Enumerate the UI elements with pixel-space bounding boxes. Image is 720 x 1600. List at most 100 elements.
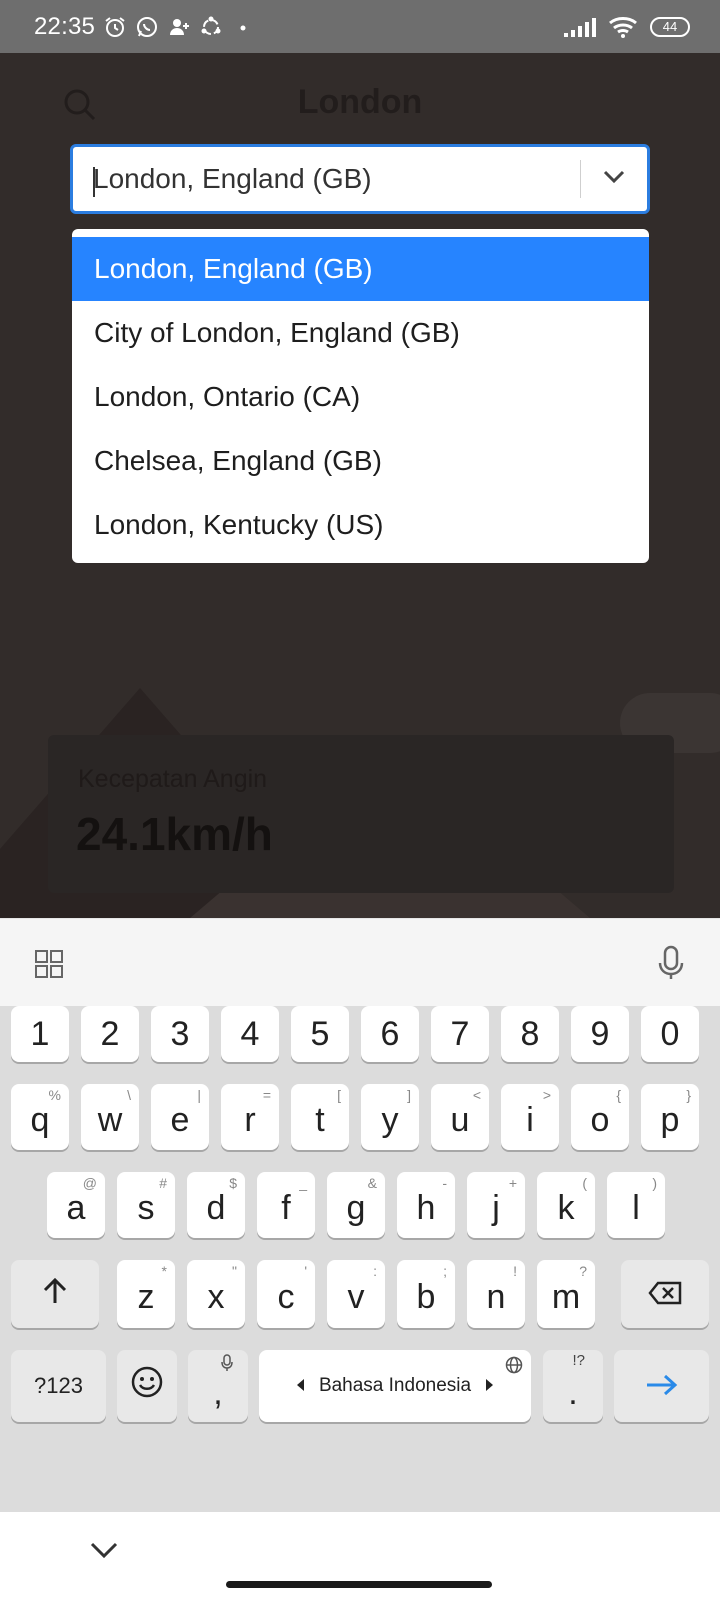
apps-grid-icon[interactable] xyxy=(34,949,64,979)
key-hint: * xyxy=(161,1263,167,1279)
sync-icon xyxy=(199,15,223,39)
key-o[interactable]: {o xyxy=(571,1084,629,1150)
wifi-icon xyxy=(608,15,638,39)
key-8[interactable]: 8 xyxy=(501,1006,559,1062)
key-label: n xyxy=(486,1277,506,1316)
key-i[interactable]: > i xyxy=(501,1084,559,1150)
key-3[interactable]: 3 xyxy=(151,1006,209,1062)
period-key[interactable]: !? . xyxy=(543,1350,603,1422)
key-n[interactable]: ! n xyxy=(467,1260,525,1328)
key-s[interactable]: # s xyxy=(117,1172,175,1238)
key-hint: ! xyxy=(513,1263,517,1279)
key-label: 2 xyxy=(100,1014,120,1053)
city-option[interactable]: Chelsea, England (GB) xyxy=(72,429,649,493)
home-indicator[interactable] xyxy=(226,1581,492,1588)
key-t[interactable]: [t xyxy=(291,1084,349,1150)
hide-keyboard-chevron-icon[interactable] xyxy=(88,1538,120,1562)
key-f[interactable]: _ f xyxy=(257,1172,315,1238)
key-v[interactable]: :v xyxy=(327,1260,385,1328)
city-options-menu: London, England (GB) City of London, Eng… xyxy=(72,229,649,563)
key-b[interactable]: ; b xyxy=(397,1260,455,1328)
key-x[interactable]: " x xyxy=(187,1260,245,1328)
key-hint: " xyxy=(232,1263,237,1279)
shift-arrow-icon xyxy=(42,1275,68,1314)
key-1[interactable]: 1 xyxy=(11,1006,69,1062)
key-hint: = xyxy=(262,1087,271,1103)
wind-speed-card: Kecepatan Angin 24.1km/h xyxy=(48,735,674,893)
key-6[interactable]: 6 xyxy=(361,1006,419,1062)
wind-speed-value: 24.1km/h xyxy=(76,808,273,860)
key-hint: ; xyxy=(443,1263,447,1279)
key-0[interactable]: 0 xyxy=(641,1006,699,1062)
key-h[interactable]: -h xyxy=(397,1172,455,1238)
key-g[interactable]: & g xyxy=(327,1172,385,1238)
key-hint: \ xyxy=(127,1087,131,1103)
signal-icon xyxy=(562,15,596,39)
city-option[interactable]: London, Ontario (CA) xyxy=(72,365,649,429)
dropdown-toggle[interactable] xyxy=(581,147,647,211)
key-c[interactable]: ' c xyxy=(257,1260,315,1328)
wind-speed-label: Kecepatan Angin xyxy=(78,765,268,793)
key-hint: < xyxy=(472,1087,481,1103)
key-label: f xyxy=(281,1188,291,1227)
key-7[interactable]: 7 xyxy=(431,1006,489,1062)
key-label: d xyxy=(206,1188,226,1227)
key-label: e xyxy=(170,1100,190,1139)
key-label: c xyxy=(277,1277,295,1316)
keyboard: ?123 , Bahasa Indonesia !? . 1 2 3 4 5 6… xyxy=(0,1006,720,1512)
status-time: 22:35 xyxy=(34,12,96,40)
key-hint: [ xyxy=(337,1087,341,1103)
key-label: b xyxy=(416,1277,436,1316)
key-5[interactable]: 5 xyxy=(291,1006,349,1062)
city-option[interactable]: London, Kentucky (US) xyxy=(72,493,649,557)
globe-icon xyxy=(505,1356,523,1377)
city-option[interactable]: City of London, England (GB) xyxy=(72,301,649,365)
key-hint: $ xyxy=(229,1175,237,1191)
key-label: g xyxy=(346,1188,366,1227)
key-u[interactable]: < u xyxy=(431,1084,489,1150)
keyboard-toolbar xyxy=(0,918,720,1007)
key-p[interactable]: } p xyxy=(641,1084,699,1150)
alarm-icon xyxy=(103,15,127,39)
microphone-icon[interactable] xyxy=(656,945,686,981)
key-hint: ) xyxy=(652,1175,657,1191)
arrow-right-icon xyxy=(645,1367,679,1406)
symbols-key[interactable]: ?123 xyxy=(11,1350,106,1422)
key-hint: } xyxy=(686,1087,691,1103)
enter-key[interactable] xyxy=(614,1350,709,1422)
city-title: London xyxy=(297,83,423,121)
key-label: x xyxy=(207,1277,225,1316)
city-option[interactable]: London, England (GB) xyxy=(72,237,649,301)
key-m[interactable]: ? m xyxy=(537,1260,595,1328)
shift-key[interactable] xyxy=(11,1260,99,1328)
key-w[interactable]: \ w xyxy=(81,1084,139,1150)
key-e[interactable]: | e xyxy=(151,1084,209,1150)
key-k[interactable]: (k xyxy=(537,1172,595,1238)
city-select[interactable]: London, England (GB) xyxy=(70,144,650,214)
key-y[interactable]: ] y xyxy=(361,1084,419,1150)
key-l[interactable]: ) l xyxy=(607,1172,665,1238)
key-4[interactable]: 4 xyxy=(221,1006,279,1062)
key-9[interactable]: 9 xyxy=(571,1006,629,1062)
key-d[interactable]: $ d xyxy=(187,1172,245,1238)
key-hint: + xyxy=(508,1175,517,1191)
key-label: 1 xyxy=(30,1014,50,1053)
key-hint: ] xyxy=(407,1087,411,1103)
key-j[interactable]: + j xyxy=(467,1172,525,1238)
comma-key[interactable]: , xyxy=(188,1350,248,1422)
status-bar: 22:35 44 xyxy=(0,0,720,53)
key-label: 3 xyxy=(170,1014,190,1053)
key-label: u xyxy=(450,1100,470,1139)
space-key[interactable]: Bahasa Indonesia xyxy=(259,1350,531,1422)
key-r[interactable]: = r xyxy=(221,1084,279,1150)
text-cursor xyxy=(93,167,95,197)
key-label: 4 xyxy=(240,1014,260,1053)
key-q[interactable]: % q xyxy=(11,1084,69,1150)
key-z[interactable]: * z xyxy=(117,1260,175,1328)
emoji-key[interactable] xyxy=(117,1350,177,1422)
key-a[interactable]: @ a xyxy=(47,1172,105,1238)
key-hint: - xyxy=(442,1175,447,1191)
city-select-input[interactable]: London, England (GB) xyxy=(73,163,580,197)
key-2[interactable]: 2 xyxy=(81,1006,139,1062)
backspace-key[interactable] xyxy=(621,1260,709,1328)
